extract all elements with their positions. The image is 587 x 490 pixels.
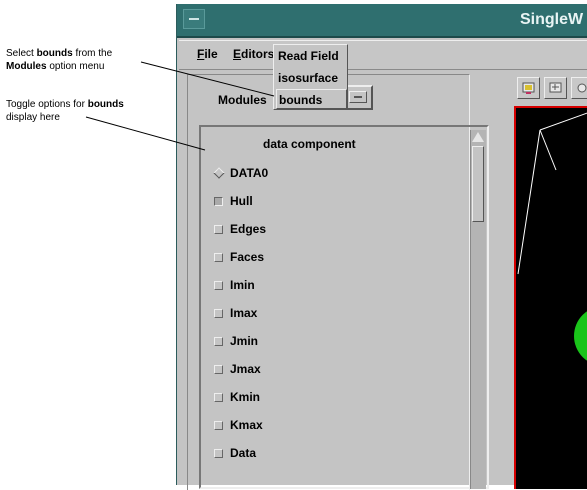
toggle-kmin[interactable]: Kmin <box>214 390 260 406</box>
toggle-faces[interactable]: Faces <box>214 250 264 266</box>
toggle-checkbox-icon <box>214 393 223 402</box>
toolbar-view-button-3[interactable] <box>571 77 587 99</box>
window-menu-button[interactable] <box>183 9 205 29</box>
annotation-select-bounds: Select bounds from the Modules option me… <box>6 48 113 72</box>
scroll-thumb[interactable] <box>472 146 484 222</box>
panel-scrollbar[interactable] <box>470 130 486 489</box>
toolbar-view-button-2[interactable] <box>544 77 567 99</box>
module-option-isosurface[interactable]: isosurface <box>278 71 338 85</box>
annotation-toggle-bounds: Toggle options for bounds display here <box>6 99 124 123</box>
toggle-imin[interactable]: Imin <box>214 278 255 294</box>
toggle-checkbox-icon <box>214 197 223 206</box>
toggle-data[interactable]: Data <box>214 446 256 462</box>
module-option-read-field[interactable]: Read Field <box>278 49 339 63</box>
3d-viewer-canvas[interactable] <box>514 106 587 489</box>
toggle-checkbox-icon <box>214 253 223 262</box>
option-menu-indicator-icon <box>349 91 367 103</box>
bounds-wireframe <box>517 112 587 275</box>
view-icon-3 <box>576 81 587 95</box>
radio-diamond-icon <box>213 167 225 179</box>
view-icon-1 <box>522 81 535 95</box>
toolbar-view-button-1[interactable] <box>517 77 540 99</box>
window-title: SingleW <box>520 11 584 28</box>
toggle-checkbox-icon <box>214 365 223 374</box>
toggle-kmax[interactable]: Kmax <box>214 418 263 434</box>
toggle-checkbox-icon <box>214 309 223 318</box>
toggle-checkbox-icon <box>214 449 223 458</box>
toggle-checkbox-icon <box>214 337 223 346</box>
toggle-jmin[interactable]: Jmin <box>214 334 258 350</box>
modules-popup-menu: Read Field isosurface bounds <box>273 44 348 110</box>
toggle-jmax[interactable]: Jmax <box>214 362 261 378</box>
toggle-checkbox-icon <box>214 281 223 290</box>
toggle-checkbox-icon <box>214 421 223 430</box>
toggle-imax[interactable]: Imax <box>214 306 257 322</box>
data-component-header: data component <box>263 137 356 151</box>
application-window: SingleW File Editors Modules Read Field … <box>176 4 587 490</box>
menu-editors[interactable]: Editors <box>233 47 274 61</box>
toggle-edges[interactable]: Edges <box>214 222 266 238</box>
toggle-checkbox-icon <box>214 225 223 234</box>
modules-label: Modules <box>218 93 267 107</box>
radio-data0[interactable]: DATA0 <box>213 166 268 182</box>
menu-file[interactable]: File <box>197 47 218 61</box>
module-option-bounds[interactable]: bounds <box>276 89 347 109</box>
scroll-up-arrow-icon[interactable] <box>472 132 484 142</box>
toggle-hull[interactable]: Hull <box>214 194 253 210</box>
view-icon-2 <box>549 81 562 95</box>
menu-bar: File Editors <box>179 40 587 70</box>
title-bar: SingleW <box>177 4 587 38</box>
